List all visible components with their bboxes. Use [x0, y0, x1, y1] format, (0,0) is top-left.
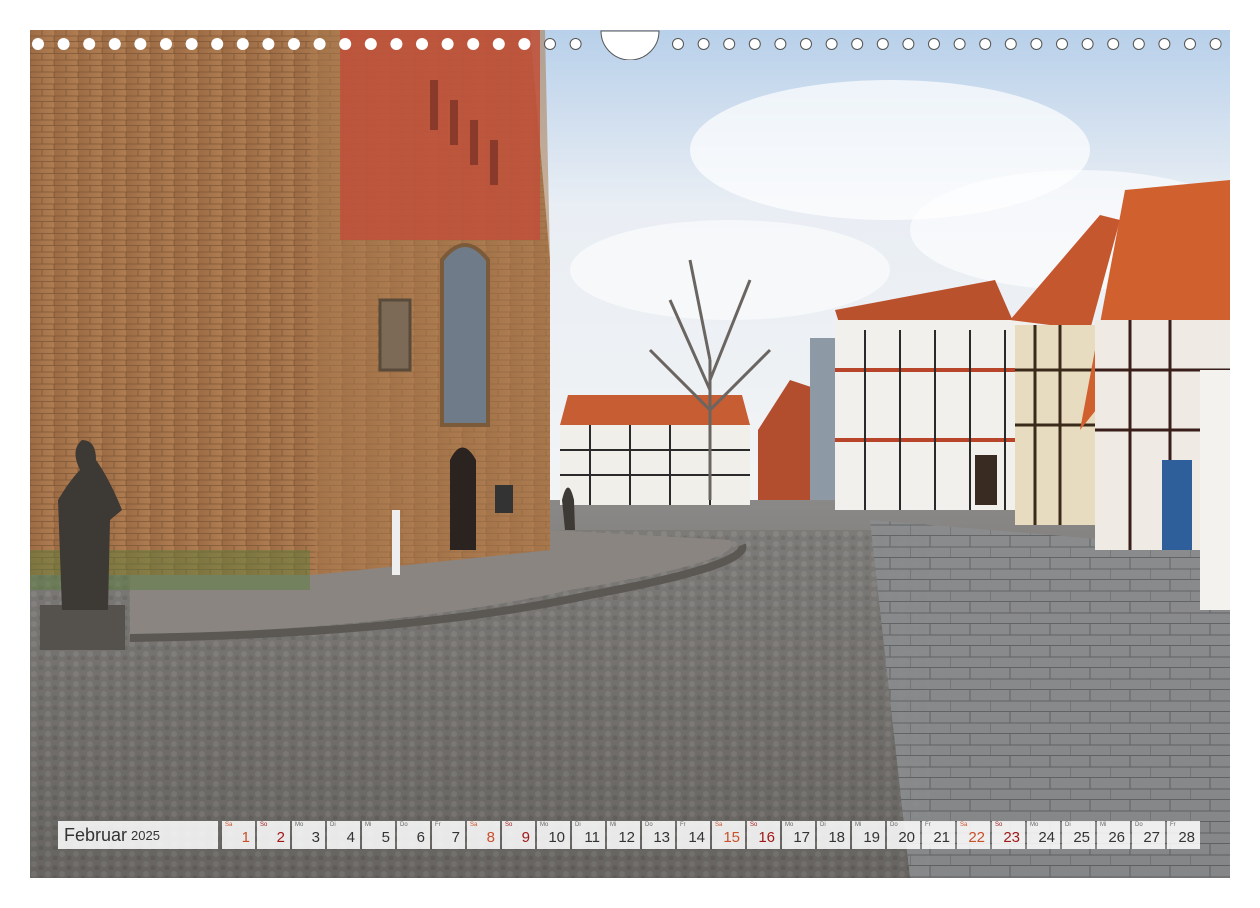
month-label-box: Februar 2025 [58, 821, 218, 849]
day-number: 7 [451, 829, 460, 846]
day-number: 18 [828, 829, 845, 846]
day-number: 27 [1143, 829, 1160, 846]
weekday-label: Do [1135, 822, 1143, 828]
day-cell: Di 11 [572, 821, 605, 849]
day-number: 4 [346, 829, 355, 846]
weekday-label: Mo [1030, 822, 1039, 828]
day-number: 21 [933, 829, 950, 846]
calendar-photo [30, 30, 1230, 878]
day-number: 11 [584, 829, 600, 846]
day-number: 2 [276, 829, 285, 846]
weekday-label: Do [890, 822, 898, 828]
day-cell: Sa 15 [712, 821, 745, 849]
weekday-label: Fr [925, 822, 931, 828]
weekday-label: So [260, 822, 268, 828]
weekday-label: Mi [365, 822, 372, 828]
weekday-label: Sa [715, 822, 723, 828]
weekday-label: Do [645, 822, 653, 828]
weekday-label: So [995, 822, 1003, 828]
weekday-label: Di [820, 822, 826, 828]
day-number: 19 [863, 829, 880, 846]
day-cell: Do 6 [397, 821, 430, 849]
weekday-label: Fr [435, 822, 441, 828]
day-cell: Fr 21 [922, 821, 955, 849]
year-label: 2025 [131, 827, 160, 843]
day-number: 25 [1073, 829, 1090, 846]
day-cell: Fr 7 [432, 821, 465, 849]
day-cell: Mi 5 [362, 821, 395, 849]
day-number: 3 [311, 829, 320, 846]
day-cell: Mi 19 [852, 821, 885, 849]
day-cell: So 23 [992, 821, 1025, 849]
weekday-label: Do [400, 822, 408, 828]
calendar-date-strip: Februar 2025 Sa 1 So 2 Mo 3 Di 4 Mi 5 Do 6 Fr 7 Sa 8 So 9… [58, 821, 1200, 849]
day-cell: Fr 28 [1167, 821, 1200, 849]
weekday-label: Sa [470, 822, 478, 828]
weekday-label: Di [1065, 822, 1071, 828]
day-cell: Sa 8 [467, 821, 500, 849]
day-cell: Sa 22 [957, 821, 990, 849]
day-number: 14 [688, 829, 705, 846]
day-number: 9 [521, 829, 530, 846]
day-number: 22 [968, 829, 985, 846]
day-cell: So 9 [502, 821, 535, 849]
weekday-label: Fr [680, 822, 686, 828]
day-number: 6 [416, 829, 425, 846]
day-number: 20 [898, 829, 915, 846]
weekday-label: Fr [1170, 822, 1176, 828]
weekday-label: Mo [540, 822, 549, 828]
weekday-label: Sa [225, 822, 233, 828]
day-number: 10 [548, 829, 565, 846]
day-number: 16 [758, 829, 775, 846]
day-cell: Do 27 [1132, 821, 1165, 849]
day-cell: Mo 10 [537, 821, 570, 849]
day-number: 8 [486, 829, 495, 846]
day-number: 28 [1178, 829, 1195, 846]
day-number: 24 [1038, 829, 1055, 846]
weekday-label: Mo [785, 822, 794, 828]
weekday-label: Di [330, 822, 336, 828]
weekday-label: Mi [1100, 822, 1107, 828]
day-cell: Mi 12 [607, 821, 640, 849]
day-cell: Mo 17 [782, 821, 815, 849]
day-cell: Mo 24 [1027, 821, 1060, 849]
day-cell: So 16 [747, 821, 780, 849]
day-cell: Sa 1 [222, 821, 255, 849]
weekday-label: Sa [960, 822, 968, 828]
weekday-label: So [505, 822, 513, 828]
day-cell: Di 4 [327, 821, 360, 849]
weekday-label: Di [575, 822, 581, 828]
weekday-label: So [750, 822, 758, 828]
day-number: 1 [241, 829, 250, 846]
day-number: 12 [618, 829, 635, 846]
weekday-label: Mo [295, 822, 304, 828]
day-cell: Do 13 [642, 821, 675, 849]
day-number: 23 [1003, 829, 1020, 846]
day-cell: Di 18 [817, 821, 850, 849]
day-cell: Mi 26 [1097, 821, 1130, 849]
day-cell: Di 25 [1062, 821, 1095, 849]
day-cell: So 2 [257, 821, 290, 849]
day-number: 5 [381, 829, 390, 846]
weekday-label: Mi [610, 822, 617, 828]
day-number: 15 [723, 829, 740, 846]
day-cell: Fr 14 [677, 821, 710, 849]
day-cell: Mo 3 [292, 821, 325, 849]
day-number: 26 [1108, 829, 1125, 846]
day-number: 13 [653, 829, 670, 846]
weekday-label: Mi [855, 822, 862, 828]
month-name: Februar [64, 824, 128, 845]
day-cell: Do 20 [887, 821, 920, 849]
day-number: 17 [793, 829, 810, 846]
